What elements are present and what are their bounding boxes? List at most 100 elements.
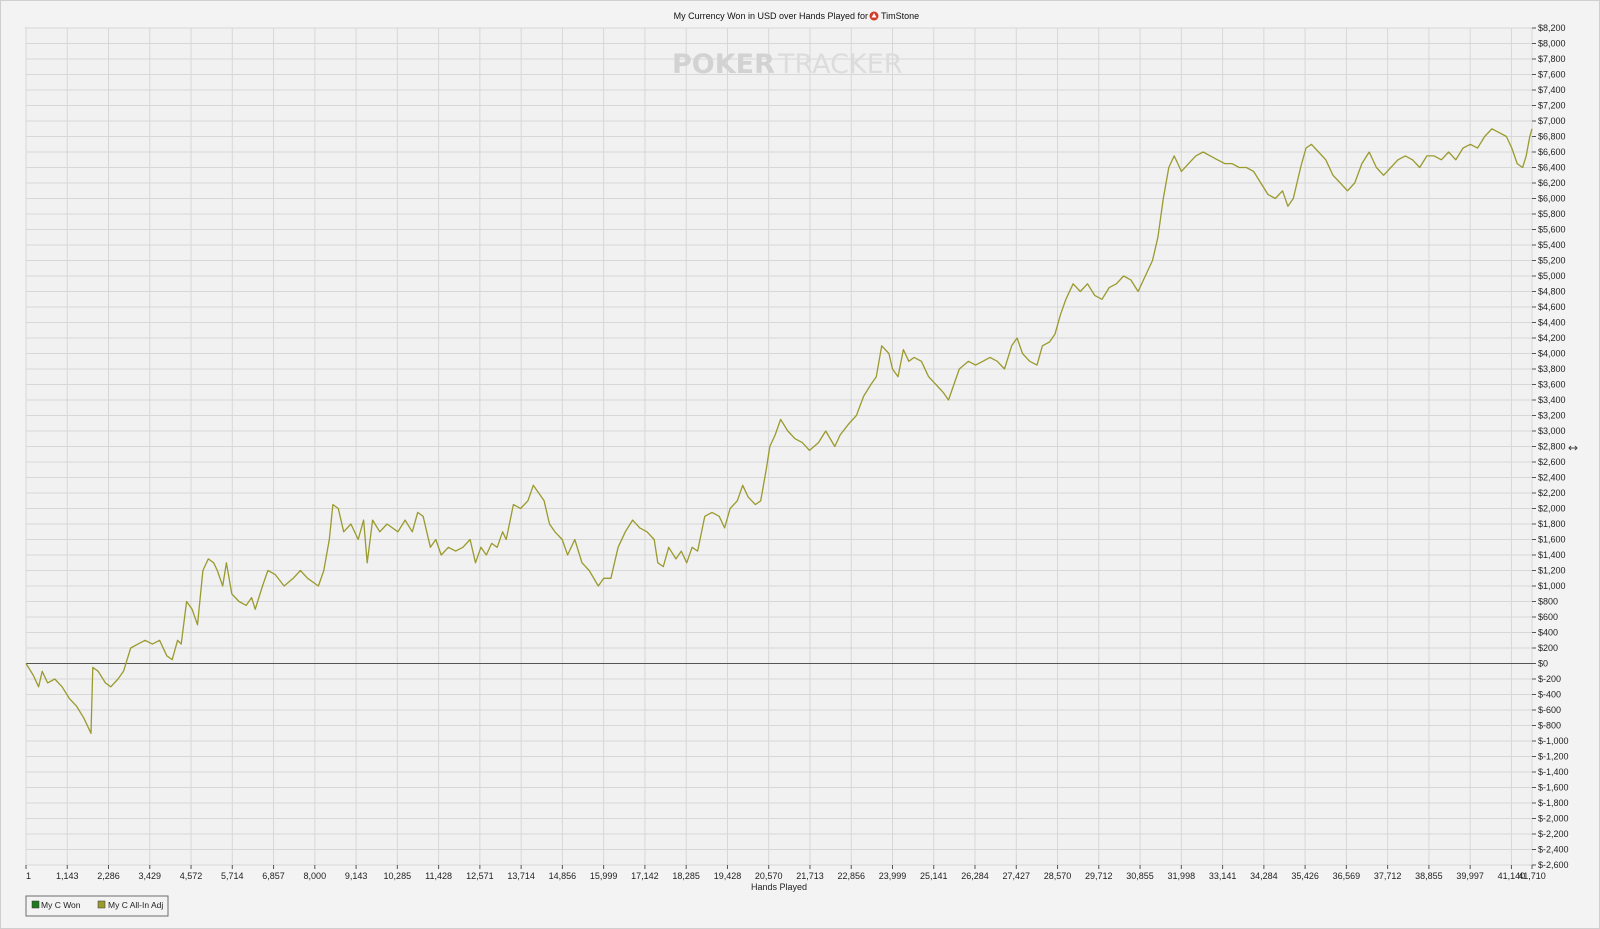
y-tick-label: $6,200 — [1538, 178, 1566, 188]
chart-title: My Currency Won in USD over Hands Played… — [674, 11, 868, 21]
chart: POKER TRACKER My Currency Won in USD ove… — [0, 0, 1600, 929]
x-tick-label: 15,999 — [590, 871, 618, 881]
y-tick-label: $3,600 — [1538, 380, 1566, 390]
y-tick-label: $-1,400 — [1538, 767, 1569, 777]
y-tick-label: $4,800 — [1538, 287, 1566, 297]
y-tick-label: $5,400 — [1538, 240, 1566, 250]
y-tick-label: $7,000 — [1538, 116, 1566, 126]
x-tick-label: 1,143 — [56, 871, 79, 881]
y-tick-label: $4,000 — [1538, 349, 1566, 359]
x-tick-label: 4,572 — [180, 871, 203, 881]
x-tick-label: 10,285 — [384, 871, 412, 881]
y-tick-label: $0 — [1538, 659, 1548, 669]
y-tick-label: $2,400 — [1538, 473, 1566, 483]
x-tick-label: 6,857 — [262, 871, 285, 881]
y-tick-label: $-200 — [1538, 674, 1561, 684]
x-tick-label: 18,285 — [672, 871, 700, 881]
legend-label-won: My C Won — [41, 900, 81, 910]
y-tick-label: $2,600 — [1538, 457, 1566, 467]
y-axis-ticks: $8,200 $8,000 $7,800 $7,600 $7,400 $7,200 $7,0… — [1532, 23, 1569, 870]
x-tick-label: 22,856 — [837, 871, 865, 881]
y-tick-label: $5,200 — [1538, 256, 1566, 266]
x-tick-label: 13,714 — [507, 871, 535, 881]
x-tick-label: 5,714 — [221, 871, 244, 881]
x-tick-label: 21,713 — [796, 871, 824, 881]
y-tick-label: $6,000 — [1538, 194, 1566, 204]
x-tick-label: 8,000 — [304, 871, 327, 881]
y-tick-label: $3,200 — [1538, 411, 1566, 421]
x-tick-label: 27,427 — [1003, 871, 1031, 881]
x-tick-label: 3,429 — [139, 871, 162, 881]
legend-item-allin-adj[interactable]: My C All-In Adj — [97, 900, 163, 910]
y-tick-label: $2,000 — [1538, 504, 1566, 514]
y-tick-label: $-800 — [1538, 721, 1561, 731]
x-tick-label: 38,855 — [1415, 871, 1443, 881]
chart-title-group: My Currency Won in USD over Hands Played… — [674, 11, 920, 21]
y-tick-label: $6,400 — [1538, 163, 1566, 173]
y-tick-label: $4,200 — [1538, 333, 1566, 343]
y-tick-label: $7,200 — [1538, 101, 1566, 111]
y-tick-label: $4,600 — [1538, 302, 1566, 312]
x-tick-label: 41,710 — [1518, 871, 1546, 881]
y-tick-label: $2,800 — [1538, 442, 1566, 452]
y-tick-label: $800 — [1538, 597, 1558, 607]
x-tick-label: 35,426 — [1291, 871, 1319, 881]
y-tick-label: $1,200 — [1538, 566, 1566, 576]
x-tick-label: 33,141 — [1209, 871, 1237, 881]
y-tick-label: $6,600 — [1538, 147, 1566, 157]
watermark: POKER TRACKER — [672, 49, 903, 80]
y-tick-label: $-600 — [1538, 705, 1561, 715]
y-tick-label: $3,800 — [1538, 364, 1566, 374]
y-tick-label: $-2,600 — [1538, 860, 1569, 870]
x-tick-label: 11,428 — [425, 871, 452, 881]
x-tick-label: 29,712 — [1085, 871, 1113, 881]
y-tick-label: $3,000 — [1538, 426, 1566, 436]
y-tick-label: $7,400 — [1538, 85, 1566, 95]
legend-label-allin-adj: My C All-In Adj — [108, 900, 163, 910]
y-tick-label: $3,400 — [1538, 395, 1566, 405]
y-tick-label: $-1,600 — [1538, 783, 1569, 793]
x-tick-label: 19,428 — [714, 871, 742, 881]
svg-text:TRACKER: TRACKER — [777, 49, 903, 80]
x-tick-label: 36,569 — [1333, 871, 1361, 881]
x-tick-label: 28,570 — [1044, 871, 1072, 881]
y-tick-label: $-2,400 — [1538, 845, 1569, 855]
y-tick-label: $5,600 — [1538, 225, 1566, 235]
y-tick-label: $200 — [1538, 643, 1558, 653]
legend-swatch-allin-adj — [97, 900, 106, 909]
y-tick-label: $8,000 — [1538, 39, 1566, 49]
legend-swatch-won — [31, 900, 40, 909]
y-tick-label: $1,400 — [1538, 550, 1566, 560]
x-tick-label: 31,998 — [1168, 871, 1196, 881]
x-tick-label: 34,284 — [1250, 871, 1278, 881]
y-tick-label: $6,800 — [1538, 132, 1566, 142]
y-tick-label: $7,600 — [1538, 70, 1566, 80]
legend: My C Won My C All-In Adj — [25, 895, 169, 917]
y-tick-label: $4,400 — [1538, 318, 1566, 328]
y-tick-label: $7,800 — [1538, 54, 1566, 64]
y-tick-label: $-1,800 — [1538, 798, 1569, 808]
y-tick-label: $8,200 — [1538, 23, 1566, 33]
x-tick-label: 25,141 — [920, 871, 948, 881]
y-tick-label: $-400 — [1538, 690, 1561, 700]
y-tick-label: $2,200 — [1538, 488, 1566, 498]
x-axis-title: Hands Played — [751, 882, 807, 892]
y-tick-label: $400 — [1538, 628, 1558, 638]
x-tick-label: 23,999 — [879, 871, 907, 881]
x-tick-label: 9,143 — [345, 871, 368, 881]
x-tick-label: 30,855 — [1126, 871, 1154, 881]
x-tick-label: 1 — [26, 871, 31, 881]
x-tick-label: 37,712 — [1374, 871, 1402, 881]
x-tick-label: 39,997 — [1456, 871, 1484, 881]
x-tick-label: 26,284 — [961, 871, 989, 881]
y-tick-label: $-2,000 — [1538, 814, 1569, 824]
y-tick-label: $5,000 — [1538, 271, 1566, 281]
x-tick-label: 2,286 — [97, 871, 120, 881]
y-tick-label: $1,600 — [1538, 535, 1566, 545]
x-tick-label: 20,570 — [755, 871, 783, 881]
svg-text:POKER: POKER — [672, 49, 775, 80]
chart-title-player: TimStone — [881, 11, 919, 21]
y-tick-label: $1,000 — [1538, 581, 1566, 591]
x-tick-label: 17,142 — [631, 871, 659, 881]
y-tick-label: $1,800 — [1538, 519, 1566, 529]
